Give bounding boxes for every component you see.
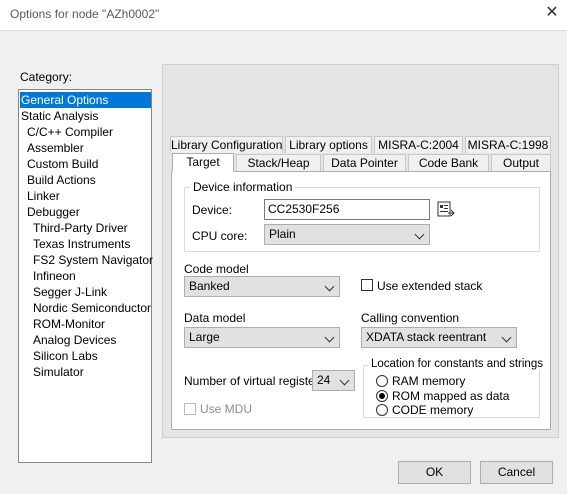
radio-rom-mapped-as-data-label: ROM mapped as data [392,389,510,403]
category-item-general-options[interactable]: General Options [20,92,151,108]
radio-selected-dot [379,393,385,399]
cpu-core-value: Plain [269,227,296,241]
tab-library-configuration[interactable]: Library Configuration [170,136,283,153]
category-item-nordic-semiconductor[interactable]: Nordic Semiconductor [19,300,151,316]
code-model-value: Banked [189,279,230,293]
category-item-segger-jlink[interactable]: Segger J-Link [19,284,107,300]
radio-code-memory-label: CODE memory [392,403,474,417]
virtual-registers-select[interactable]: 24 [312,370,355,391]
calling-convention-select[interactable]: XDATA stack reentrant [361,327,517,348]
category-item-linker[interactable]: Linker [19,188,60,204]
device-select-icon[interactable] [435,199,456,220]
category-item-silicon-labs[interactable]: Silicon Labs [19,348,98,364]
category-item-rom-monitor[interactable]: ROM-Monitor [19,316,105,332]
tab-code-bank[interactable]: Code Bank [408,154,489,171]
category-item-debugger[interactable]: Debugger [19,204,80,220]
chevron-down-icon [324,332,335,343]
code-model-label: Code model [184,262,249,276]
chevron-down-icon [414,229,425,240]
chevron-down-icon [324,281,335,292]
device-information-label: Device information [190,180,296,194]
data-model-select[interactable]: Large [184,327,340,348]
virtual-registers-value: 24 [317,373,331,387]
category-label: Category: [20,70,73,84]
category-item-fs2-system-navigator[interactable]: FS2 System Navigator [19,252,153,268]
virtual-registers-label: Number of virtual registers: [184,374,329,388]
tab-misra-c-1998[interactable]: MISRA-C:1998 [465,136,551,153]
data-model-value: Large [189,330,220,344]
category-item-simulator[interactable]: Simulator [19,364,84,380]
ok-button[interactable]: OK [398,461,471,484]
device-field[interactable]: CC2530F256 [264,199,430,220]
category-item-texas-instruments[interactable]: Texas Instruments [19,236,130,252]
location-group-label: Location for constants and strings [368,358,546,370]
radio-ram-memory-label: RAM memory [392,374,466,388]
window-title: Options for node "AZh0002" [10,7,160,21]
extended-stack-label: Use extended stack [377,279,483,293]
tab-target[interactable]: Target [172,153,234,172]
calling-convention-label: Calling convention [361,311,460,325]
tab-misra-c-2004[interactable]: MISRA-C:2004 [374,136,463,153]
category-item-build-actions[interactable]: Build Actions [19,172,96,188]
use-mdu-label: Use MDU [200,402,253,416]
radio-rom-mapped-as-data[interactable] [376,390,388,402]
category-item-infineon[interactable]: Infineon [19,268,76,284]
category-item-custom-build[interactable]: Custom Build [19,156,98,172]
cancel-button[interactable]: Cancel [480,461,553,484]
chevron-down-icon [501,332,512,343]
category-item-third-party-driver[interactable]: Third-Party Driver [19,220,128,236]
category-item-static-analysis[interactable]: Static Analysis [19,108,98,124]
code-model-select[interactable]: Banked [184,276,340,297]
extended-stack-checkbox[interactable] [361,279,373,291]
data-model-label: Data model [184,311,246,325]
cpu-core-label: CPU core: [192,229,248,243]
tab-stack-heap[interactable]: Stack/Heap [236,154,321,171]
title-separator [0,30,567,31]
device-label: Device: [192,203,233,217]
use-mdu-checkbox[interactable] [184,403,196,415]
category-list[interactable]: General Options Static Analysis C/C++ Co… [18,89,153,463]
chevron-down-icon [339,375,350,386]
tab-data-pointer[interactable]: Data Pointer [323,154,406,171]
close-icon[interactable]: ✕ [544,3,560,23]
category-item-assembler[interactable]: Assembler [19,140,84,156]
radio-ram-memory[interactable] [376,375,388,387]
cpu-core-select[interactable]: Plain [264,224,430,245]
tab-output[interactable]: Output [491,154,551,171]
category-item-c-cpp-compiler[interactable]: C/C++ Compiler [19,124,113,140]
category-item-analog-devices[interactable]: Analog Devices [19,332,116,348]
radio-code-memory[interactable] [376,404,388,416]
calling-convention-value: XDATA stack reentrant [366,330,487,344]
tab-library-options[interactable]: Library options [285,136,372,153]
